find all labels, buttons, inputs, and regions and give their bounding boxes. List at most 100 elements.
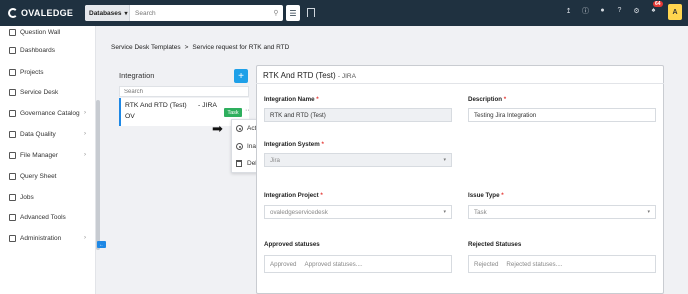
description-value: Testing Jira Integration: [474, 111, 537, 119]
projects-icon: [9, 68, 16, 76]
integration-system-value: Jira: [270, 156, 280, 164]
sidebar-scrollbar[interactable]: [96, 100, 100, 250]
issue-type-select[interactable]: Task ▾: [468, 205, 656, 219]
collapse-sidebar-button[interactable]: ←: [97, 241, 106, 248]
sidebar-item-projects[interactable]: Projects: [0, 65, 90, 79]
integration-project-value: ovaledgeservicedesk: [270, 208, 328, 216]
logo-text: OVALEDGE: [21, 8, 74, 18]
sidebar-item-label: Dashboards: [20, 46, 56, 54]
sidebar-item-jobs[interactable]: Jobs: [0, 190, 90, 204]
sidebar-item-label: Jobs: [20, 193, 34, 201]
menu-icon[interactable]: ☰: [286, 5, 300, 21]
logo[interactable]: OVALEDGE: [8, 7, 73, 19]
rejected-statuses-input[interactable]: Rejected Rejected statuses....: [468, 255, 656, 273]
integration-system-select[interactable]: Jira ▾: [264, 153, 452, 167]
advanced-tools-icon: [9, 213, 16, 221]
sidebar-item-label: Advanced Tools: [20, 213, 66, 221]
service-desk-icon: [9, 88, 16, 96]
integration-project-label: Integration Project *: [264, 192, 323, 199]
sidebar-item-label: Governance Catalog: [20, 109, 80, 117]
approved-prefix: Approved: [270, 260, 297, 268]
integration-item-system: - JIRA: [198, 102, 217, 109]
chevron-down-icon: ▾: [647, 209, 650, 215]
logo-icon: [8, 8, 18, 18]
breadcrumb-parent[interactable]: Service Desk Templates: [111, 44, 181, 51]
notification-badge: 64: [653, 1, 663, 7]
rejected-placeholder: Rejected statuses....: [506, 260, 563, 268]
jobs-icon: [9, 193, 16, 201]
chevron-down-icon: ▾: [443, 157, 446, 163]
sidebar-item-query-sheet[interactable]: Query Sheet: [0, 169, 90, 183]
upload-icon[interactable]: ↥: [564, 6, 573, 15]
query-sheet-icon: [9, 172, 16, 180]
detail-title: RTK And RTD (Test) - JIRA: [263, 71, 356, 80]
issue-type-label: Issue Type *: [468, 192, 504, 199]
search-scope-select[interactable]: Databases ▾: [85, 5, 130, 21]
dashboard-icon: [9, 46, 16, 54]
sidebar-item-data-quality[interactable]: Data Quality ›: [0, 127, 90, 141]
pointer-arrow-icon: ➡: [212, 121, 223, 136]
sidebar-item-governance-catalog[interactable]: Governance Catalog ›: [0, 106, 90, 120]
chevron-down-icon: ▾: [124, 10, 128, 17]
avatar[interactable]: A: [668, 4, 682, 20]
breadcrumb: Service Desk Templates > Service request…: [111, 44, 289, 51]
integration-name-label: Integration Name *: [264, 96, 319, 103]
integration-name-value: RTK and RTD (Test): [270, 111, 326, 119]
globe-icon[interactable]: ●: [598, 6, 607, 15]
approved-statuses-label: Approved statuses: [264, 241, 320, 248]
search-icon[interactable]: ⚲: [269, 5, 283, 21]
question-wall-icon: [9, 28, 16, 36]
rejected-prefix: Rejected: [474, 260, 499, 268]
sidebar: Question Wall Dashboards Projects Servic…: [0, 26, 96, 294]
breadcrumb-current: Service request for RTK and RTD: [192, 44, 290, 51]
integration-system-label: Integration System *: [264, 141, 324, 148]
chevron-right-icon: ›: [84, 110, 86, 116]
integration-name-field[interactable]: RTK and RTD (Test): [264, 108, 452, 122]
search-input[interactable]: [130, 5, 269, 21]
integration-project-select[interactable]: ovaledgeservicedesk ▾: [264, 205, 452, 219]
data-quality-icon: [9, 130, 16, 138]
sidebar-item-dashboards[interactable]: Dashboards: [0, 43, 90, 57]
integration-item-name: RTK And RTD (Test): [125, 102, 187, 109]
issue-type-value: Task: [474, 208, 487, 216]
sidebar-item-label: Service Desk: [20, 88, 59, 96]
file-manager-icon: [9, 151, 16, 159]
sidebar-item-advanced-tools[interactable]: Advanced Tools: [0, 210, 90, 224]
approved-statuses-input[interactable]: Approved Approved statuses....: [264, 255, 452, 273]
inactive-icon: [236, 143, 243, 150]
sidebar-item-label: Question Wall: [20, 28, 61, 36]
sidebar-item-label: Query Sheet: [20, 172, 57, 180]
more-options-icon[interactable]: ··: [245, 107, 250, 114]
task-badge: Task: [224, 108, 242, 117]
description-field[interactable]: Testing Jira Integration: [468, 108, 656, 122]
sidebar-item-file-manager[interactable]: File Manager ›: [0, 148, 90, 162]
chevron-down-icon: ▾: [443, 209, 446, 215]
chevron-right-icon: ›: [84, 235, 86, 241]
sidebar-item-question-wall[interactable]: Question Wall: [0, 25, 90, 39]
detail-title-system: - JIRA: [337, 73, 356, 80]
sidebar-item-label: Data Quality: [20, 130, 56, 138]
integration-search-input[interactable]: [119, 86, 249, 97]
notification-icon[interactable]: ♠ 64: [649, 1, 663, 15]
chevron-right-icon: ›: [84, 152, 86, 158]
bookmark-icon[interactable]: [307, 8, 315, 17]
add-integration-button[interactable]: +: [234, 69, 248, 83]
integration-item-org: OV: [125, 113, 135, 120]
description-label: Description *: [468, 96, 507, 103]
sidebar-item-administration[interactable]: Administration ›: [0, 231, 90, 245]
administration-icon: [9, 234, 16, 242]
top-bar: OVALEDGE Databases ▾ ⚲ ☰ ↥ ⓘ ● ? ⚙ ♠ 64 …: [0, 0, 688, 26]
sidebar-item-label: Projects: [20, 68, 44, 76]
search-scope-label: Databases: [89, 9, 122, 17]
detail-divider: [256, 83, 664, 84]
info-icon[interactable]: ⓘ: [581, 6, 590, 15]
sidebar-item-label: File Manager: [20, 151, 58, 159]
sidebar-item-service-desk[interactable]: Service Desk: [0, 85, 90, 99]
chevron-right-icon: ›: [84, 131, 86, 137]
global-search: Databases ▾ ⚲: [85, 5, 283, 21]
rejected-statuses-label: Rejected Statuses: [468, 241, 522, 248]
settings-icon[interactable]: ⚙: [632, 6, 641, 15]
breadcrumb-separator: >: [184, 44, 189, 51]
detail-title-name: RTK And RTD (Test): [263, 71, 336, 80]
help-icon[interactable]: ?: [615, 6, 624, 15]
